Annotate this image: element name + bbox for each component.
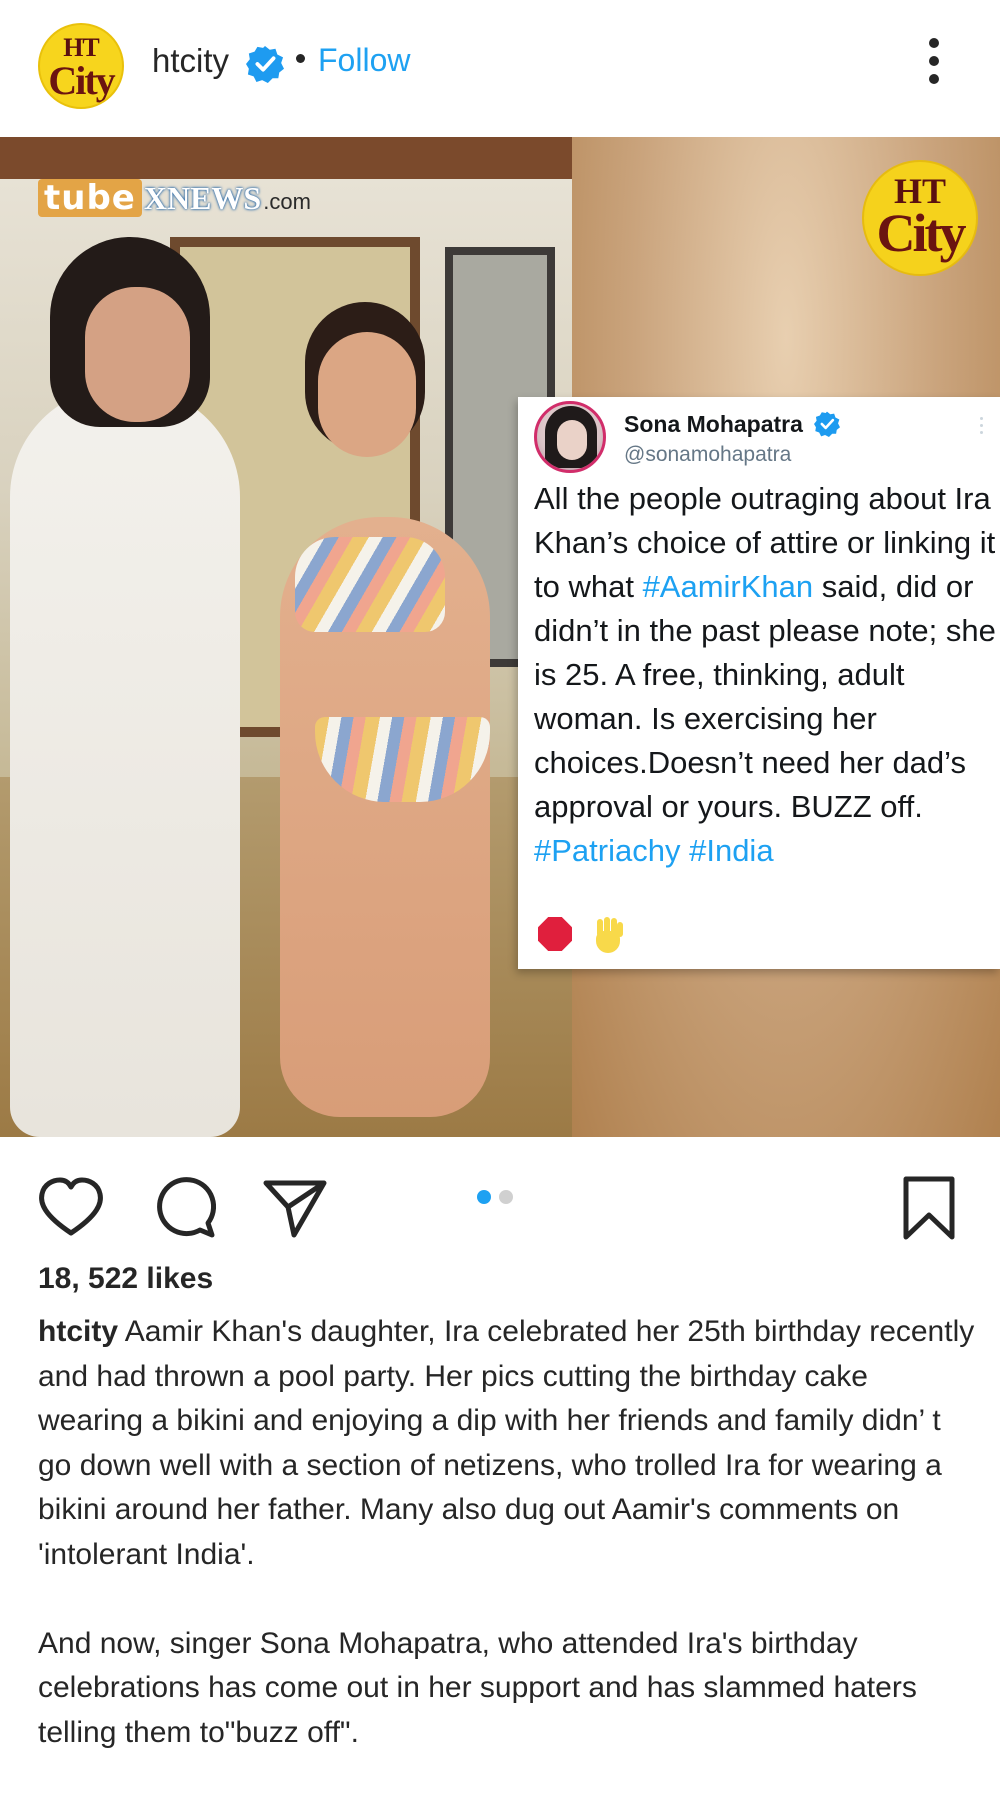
tweet-author-name: Sona Mohapatra	[624, 411, 803, 437]
separator-dot	[296, 54, 305, 63]
bookmark-icon[interactable]	[894, 1173, 964, 1243]
watermark-com: .com	[263, 189, 311, 214]
hashtag-patriachy: #Patriachy	[534, 833, 681, 868]
stop-sign-icon	[538, 917, 572, 951]
comment-icon[interactable]	[150, 1173, 220, 1243]
profile-avatar[interactable]: HT City	[38, 23, 124, 109]
tweet-more-icon	[980, 417, 986, 439]
caption-username[interactable]: htcity	[38, 1315, 118, 1348]
tweet-card: Sona Mohapatra @sonamohapatra All the pe…	[518, 397, 1000, 969]
watermark-logo: tube XNEWS .com	[38, 179, 311, 219]
carousel-indicator	[477, 1190, 513, 1204]
share-icon[interactable]	[260, 1173, 330, 1243]
caption-text: Aamir Khan's daughter, Ira celebrated he…	[38, 1315, 975, 1571]
badge-logo-bottom: City	[876, 203, 967, 263]
htcity-badge-logo: HT City	[862, 160, 978, 276]
post-header: HT City htcity Follow	[0, 0, 1000, 137]
hashtag-india: #India	[689, 833, 774, 868]
raised-hand-icon	[590, 917, 624, 953]
heart-icon[interactable]	[36, 1173, 106, 1243]
more-options-icon[interactable]	[920, 38, 948, 90]
likes-count[interactable]: 18, 522 likes	[38, 1262, 213, 1296]
follow-button[interactable]: Follow	[318, 42, 410, 79]
verified-badge-icon	[246, 45, 284, 83]
account-username[interactable]: htcity	[152, 42, 229, 80]
tweet-author-handle: @sonamohapatra	[624, 443, 792, 466]
post-image[interactable]: tube XNEWS .com HT City Sona Mohapatra @…	[0, 137, 1000, 1137]
caption-paragraph: htcity Aamir Khan's daughter, Ira celebr…	[38, 1310, 978, 1577]
carousel-dot-active	[477, 1190, 491, 1204]
post-caption: htcity Aamir Khan's daughter, Ira celebr…	[38, 1310, 978, 1755]
caption-paragraph: And now, singer Sona Mohapatra, who atte…	[38, 1626, 917, 1749]
tweet-text: All the people outraging about Ira Khan’…	[534, 477, 996, 873]
watermark-tube: tube	[38, 179, 142, 217]
tweet-emojis	[538, 917, 624, 953]
hashtag-aamirkhan: #AamirKhan	[642, 569, 814, 604]
carousel-dot	[499, 1190, 513, 1204]
watermark-xnews: XNEWS	[143, 180, 262, 216]
tweet-text-part: said, did or didn’t in the past please n…	[534, 569, 996, 824]
tweet-verified-icon	[814, 411, 840, 437]
avatar-logo-bottom: City	[48, 58, 115, 103]
tweet-avatar	[534, 401, 606, 473]
photo-scene	[0, 137, 572, 1137]
